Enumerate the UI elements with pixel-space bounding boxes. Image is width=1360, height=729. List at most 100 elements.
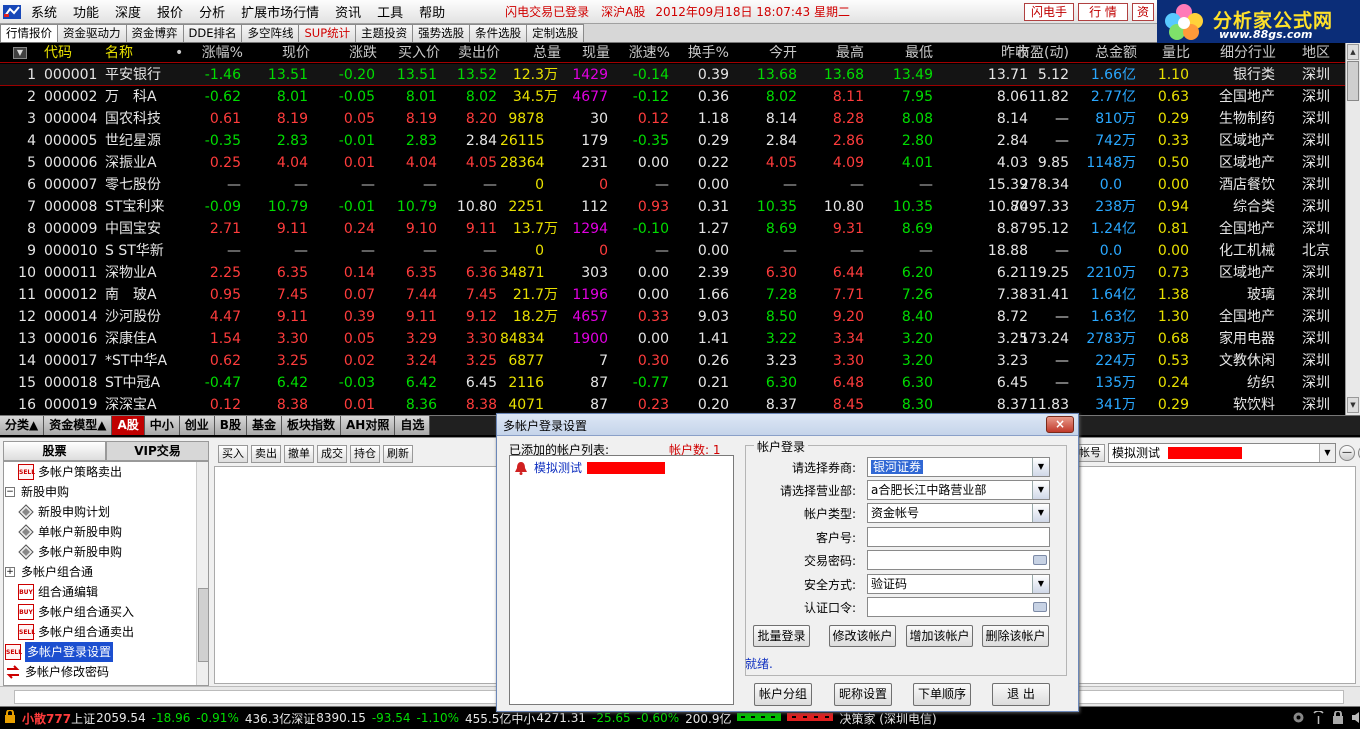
column-header-amount[interactable]: 总金额: [1085, 43, 1137, 63]
tree-item-login-settings[interactable]: SELL 多帐户登录设置: [5, 642, 114, 662]
tab-sme[interactable]: 中小: [144, 416, 180, 435]
scroll-thumb[interactable]: [1347, 61, 1359, 101]
column-header-region[interactable]: 地区: [1285, 43, 1330, 63]
tree-item-strategy-sell[interactable]: SELL 多帐户策略卖出: [18, 462, 122, 482]
column-header-volume[interactable]: 总量: [505, 43, 561, 63]
column-header-current-volume[interactable]: 现量: [565, 43, 610, 63]
column-header-price[interactable]: 现价: [260, 43, 310, 63]
expand-icon[interactable]: +: [5, 567, 15, 577]
column-header-bid[interactable]: 买入价: [385, 43, 440, 63]
sell-button[interactable]: 卖出: [251, 445, 281, 463]
tab-sup-stats[interactable]: SUP统计: [298, 24, 357, 42]
table-row[interactable]: 5 000006 深振业A 0.25 4.04 0.01 4.04 4.05 28364 231 0…: [0, 152, 1345, 174]
chevron-down-icon[interactable]: ▼: [1032, 481, 1049, 499]
collapse-icon[interactable]: −: [5, 487, 15, 497]
tree-item-portfolio-edit[interactable]: BUY 组合通编辑: [18, 582, 98, 602]
tree-scrollbar[interactable]: [196, 462, 208, 685]
keyboard-icon[interactable]: [1033, 602, 1047, 612]
account-type-select[interactable]: 资金帐号 ▼: [867, 503, 1050, 523]
tab-fund[interactable]: 基金: [246, 416, 282, 435]
minimize-icon[interactable]: —: [1339, 445, 1355, 461]
column-header-code[interactable]: 代码: [44, 43, 94, 63]
positions-button[interactable]: 持仓: [350, 445, 380, 463]
flash-trade-button[interactable]: 闪电手: [1024, 3, 1074, 21]
table-row[interactable]: 15 000018 ST中冠A -0.47 6.42 -0.03 6.42 6.45 2116 8…: [0, 372, 1345, 394]
column-header-volume-ratio[interactable]: 量比: [1146, 43, 1190, 63]
table-row[interactable]: 8 000009 中国宝安 2.71 9.11 0.24 9.10 9.11 13.7 1294 -…: [0, 218, 1345, 240]
tree-scroll-thumb[interactable]: [198, 588, 208, 662]
info-button[interactable]: 资: [1132, 3, 1154, 21]
customer-id-input[interactable]: [867, 527, 1050, 547]
branch-select[interactable]: a合肥长江中路营业部 ▼: [867, 480, 1050, 500]
tab-ah-compare[interactable]: AH对照: [340, 416, 396, 435]
tree-item-portfolio-sell[interactable]: SELL 多帐户组合通卖出: [18, 622, 134, 642]
tab-strong-pick[interactable]: 强势选股: [412, 24, 471, 42]
column-header-change-pct[interactable]: 涨幅%: [197, 43, 243, 63]
security-mode-select[interactable]: 验证码 ▼: [867, 574, 1050, 594]
refresh-button[interactable]: 刷新: [383, 445, 413, 463]
tree-item-portfolio[interactable]: + 多帐户组合通: [5, 562, 93, 582]
account-list[interactable]: 模拟测试: [509, 455, 734, 705]
tab-theme-invest[interactable]: 主题投资: [355, 24, 414, 42]
delete-account-button[interactable]: 删除该帐户: [982, 625, 1049, 647]
tab-watchlist[interactable]: 自选: [395, 416, 431, 435]
app-logo-icon[interactable]: [1, 1, 23, 23]
column-header-turnover[interactable]: 换手%: [682, 43, 729, 63]
table-row[interactable]: 14 000017 *ST中华A 0.62 3.25 0.02 3.24 3.25 6877 7 0…: [0, 350, 1345, 372]
signal-icon[interactable]: [1312, 710, 1325, 727]
dialog-title-bar[interactable]: 多帐户登录设置 ×: [497, 414, 1078, 436]
menu-quote[interactable]: 报价: [149, 2, 191, 21]
cancel-order-button[interactable]: 撤单: [284, 445, 314, 463]
tree-item-multi-ipo[interactable]: 多帐户新股申购: [18, 542, 122, 562]
tab-vip-trade[interactable]: VIP交易: [106, 441, 209, 461]
menu-function[interactable]: 功能: [65, 2, 107, 21]
tab-category[interactable]: 分类▲: [0, 416, 45, 435]
exit-button[interactable]: 退 出: [992, 683, 1050, 706]
chevron-down-icon[interactable]: ▼: [1032, 575, 1049, 593]
tree-item-ipo[interactable]: − 新股申购: [5, 482, 69, 502]
lock-icon[interactable]: [1332, 710, 1344, 727]
account-list-item[interactable]: 模拟测试: [514, 459, 666, 476]
auth-token-input[interactable]: [867, 597, 1050, 617]
order-sequence-button[interactable]: 下单顺序: [913, 683, 971, 706]
speaker-icon[interactable]: [1351, 711, 1360, 727]
tab-stock[interactable]: 股票: [3, 441, 106, 461]
edit-account-button[interactable]: 修改该帐户: [829, 625, 896, 647]
scroll-up-icon[interactable]: ▲: [1347, 44, 1359, 60]
broker-select[interactable]: 银河证券 ▼: [867, 457, 1050, 477]
tab-fund-drive[interactable]: 资金驱动力: [57, 24, 127, 42]
column-header-high[interactable]: 最高: [805, 43, 864, 63]
column-header-speed[interactable]: 涨速%: [620, 43, 670, 63]
deals-button[interactable]: 成交: [317, 445, 347, 463]
account-group-button[interactable]: 帐户分组: [754, 683, 812, 706]
tab-quote-list[interactable]: 行情报价: [0, 24, 58, 42]
tab-condition-pick[interactable]: 条件选股: [469, 24, 528, 42]
chevron-down-icon[interactable]: ▼: [1032, 504, 1049, 522]
column-header-industry[interactable]: 细分行业: [1200, 43, 1276, 63]
menu-depth[interactable]: 深度: [107, 2, 149, 21]
column-header-name[interactable]: 名称: [105, 43, 185, 63]
batch-login-button[interactable]: 批量登录: [753, 625, 810, 647]
sort-dropdown-icon[interactable]: ▼: [13, 47, 27, 59]
tab-long-short[interactable]: 多空阵线: [241, 24, 300, 42]
column-header-change[interactable]: 涨跌: [325, 43, 377, 63]
quote-button[interactable]: 行 情: [1078, 3, 1128, 21]
table-row[interactable]: 6 000007 零七股份 — — — — —0 0—0.00— — —15.39 278.34 0.0…: [0, 174, 1345, 196]
table-row[interactable]: 7 000008 ST宝利来 -0.09 10.79 -0.01 10.79 10.80 225…: [0, 196, 1345, 218]
close-icon[interactable]: ×: [1046, 416, 1074, 433]
menu-news[interactable]: 资讯: [327, 2, 369, 21]
table-row[interactable]: 3 000004 国农科技 0.61 8.19 0.05 8.19 8.20 9878 30 0.1…: [0, 108, 1345, 130]
table-row[interactable]: 13 000016 深康佳A 1.54 3.30 0.05 3.29 3.30 84834 190…: [0, 328, 1345, 350]
chevron-down-icon[interactable]: ▼: [1032, 458, 1049, 476]
menu-tools[interactable]: 工具: [369, 2, 411, 21]
column-header-pe[interactable]: 市盈(动): [1012, 43, 1069, 63]
table-row[interactable]: 16 000019 深深宝A 0.12 8.38 0.01 8.36 8.38 4071 87 0.…: [0, 394, 1345, 415]
table-row[interactable]: 10 000011 深物业A 2.25 6.35 0.14 6.35 6.36 34871 303…: [0, 262, 1345, 284]
tab-fund-game[interactable]: 资金博弈: [125, 24, 184, 42]
trade-password-input[interactable]: [867, 550, 1050, 570]
account-select[interactable]: 模拟测试 ▼: [1108, 443, 1336, 463]
brand-banner[interactable]: 分析家公式网 www.88gs.com: [1157, 0, 1360, 43]
menu-help[interactable]: 帮助: [411, 2, 453, 21]
tab-custom-pick[interactable]: 定制选股: [526, 24, 585, 42]
scroll-down-icon[interactable]: ▼: [1347, 397, 1359, 413]
